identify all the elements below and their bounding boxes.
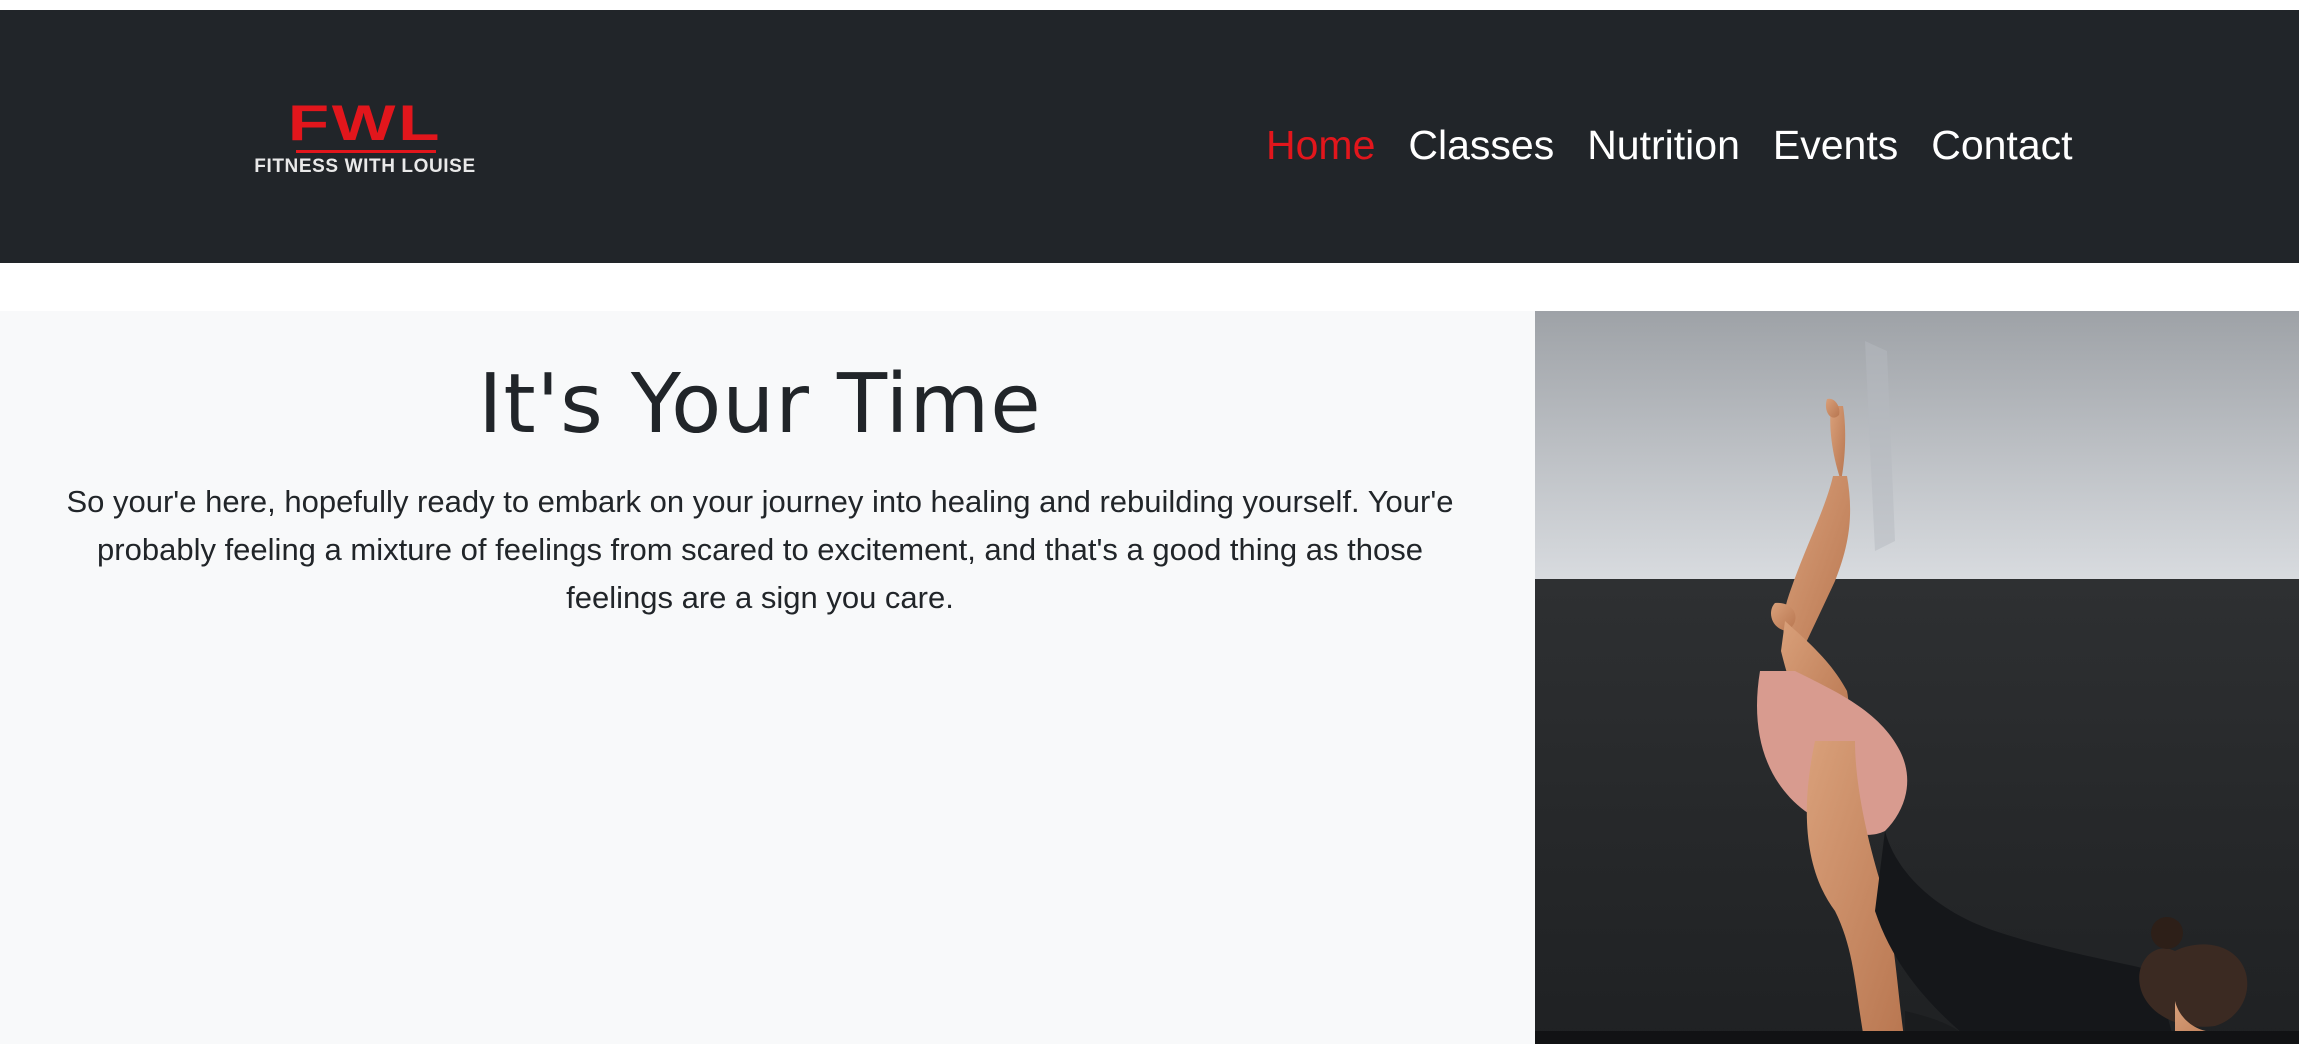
hero-yoga-photo xyxy=(1535,311,2299,1044)
nav-link-contact[interactable]: Contact xyxy=(1931,120,2072,170)
top-strip xyxy=(0,0,2299,10)
logo-underline xyxy=(296,150,436,153)
navbar: FWL FITNESS WITH LOUISE Home Classes Nut… xyxy=(0,10,2299,263)
nav-link-nutrition[interactable]: Nutrition xyxy=(1587,120,1740,170)
spacer xyxy=(0,263,2299,311)
hero-intro-text: So your'e here, hopefully ready to embar… xyxy=(66,484,1454,615)
nav-link-classes[interactable]: Classes xyxy=(1408,120,1554,170)
main-nav: Home Classes Nutrition Events Contact xyxy=(1266,120,2073,170)
hero-title: It's Your Time xyxy=(478,357,1042,452)
logo-tagline: FITNESS WITH LOUISE xyxy=(254,156,476,177)
nav-link-events[interactable]: Events xyxy=(1773,120,1898,170)
brand-logo[interactable]: FWL FITNESS WITH LOUISE xyxy=(220,98,510,180)
logo-mark: FWL xyxy=(287,95,443,151)
nav-link-home[interactable]: Home xyxy=(1266,120,1375,170)
